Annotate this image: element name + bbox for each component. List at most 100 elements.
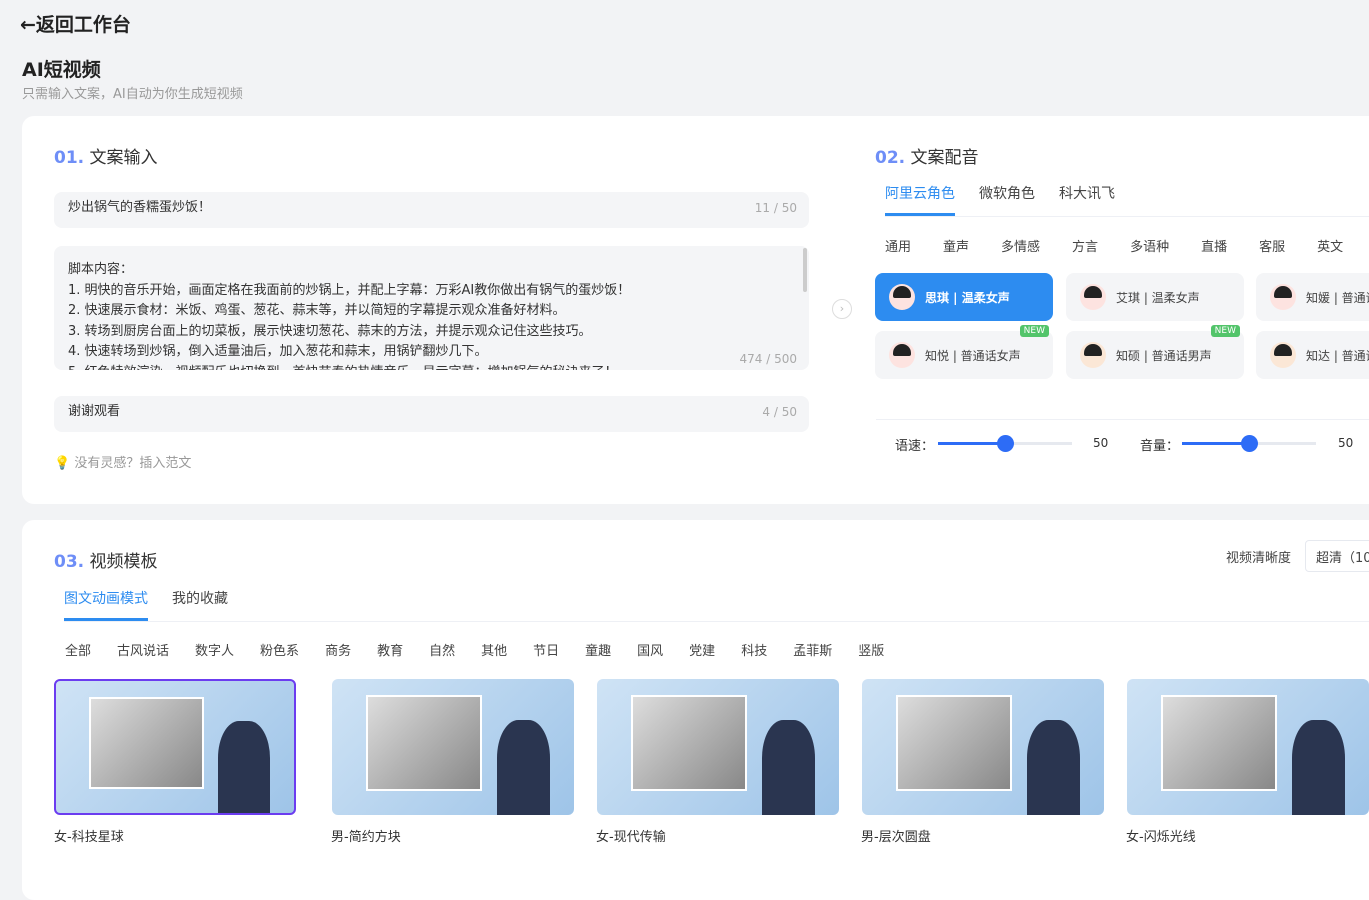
back-to-workbench-link[interactable]: ←返回工作台: [20, 10, 131, 37]
voice-option[interactable]: 艾琪 | 温柔女声: [1066, 273, 1244, 321]
speed-slider[interactable]: [938, 435, 1072, 452]
script-line: 1. 明快的音乐开始，画面定格在我面前的炒锅上，并配上字幕：万彩AI教你做出有锅…: [68, 282, 631, 298]
template-cat[interactable]: 商务: [325, 644, 351, 659]
avatar: [889, 342, 915, 368]
template-cat[interactable]: 科技: [741, 644, 767, 659]
template-thumbnail[interactable]: [332, 679, 574, 815]
scrollbar[interactable]: [803, 248, 807, 292]
voice-cat[interactable]: 多情感: [1001, 240, 1040, 255]
script-line: 脚本内容：: [68, 262, 134, 277]
tab-favorites[interactable]: 我的收藏: [172, 588, 228, 618]
voice-cat[interactable]: 直播: [1201, 240, 1227, 255]
template-thumbnail[interactable]: [1127, 679, 1369, 815]
speed-label: 语速：: [895, 439, 935, 454]
tab-animation-mode[interactable]: 图文动画模式: [64, 588, 148, 621]
script-line: 4. 快速转场到炒锅，倒入适量油后，加入葱花和蒜末，用锅铲翻炒几下。: [68, 344, 488, 359]
volume-value: 50: [1338, 436, 1354, 450]
voice-cat[interactable]: 客服: [1259, 240, 1285, 255]
title-value: 炒出锅气的香糯蛋炒饭！: [68, 200, 212, 215]
page-title: AI短视频: [22, 59, 101, 81]
template-cat[interactable]: 孟菲斯: [793, 644, 832, 659]
script-line: 2. 快速展示食材：米饭、鸡蛋、葱花、蒜末等，并以简短的字幕提示观众准备好材料。: [68, 303, 566, 318]
quality-select[interactable]: 超清（10: [1305, 540, 1369, 572]
presenter-image: [761, 719, 815, 815]
template-cat[interactable]: 数字人: [195, 644, 234, 659]
screen-image: [365, 695, 483, 791]
script-line: 5. 红色特效渲染，视频配乐也切换到一首快节奏的热情音乐，显示字幕：增加锅气的秘…: [68, 363, 795, 371]
template-cat[interactable]: 教育: [377, 644, 403, 659]
ending-value: 谢谢观看: [68, 404, 121, 419]
avatar: [1270, 342, 1296, 368]
page-subtitle: 只需输入文案，AI自动为你生成短视频: [22, 87, 243, 102]
voice-cat[interactable]: 方言: [1072, 240, 1098, 255]
new-badge: NEW: [1210, 325, 1240, 337]
screen-image: [89, 696, 204, 790]
template-cat[interactable]: 国风: [637, 644, 663, 659]
template-cat[interactable]: 童趣: [585, 644, 611, 659]
template-thumbnail[interactable]: [597, 679, 839, 815]
tab-microsoft[interactable]: 微软角色: [979, 183, 1035, 213]
voice-option[interactable]: 知悦 | 普通话女声 NEW: [875, 325, 1053, 379]
tab-aliyun[interactable]: 阿里云角色: [885, 183, 955, 216]
template-thumbnail[interactable]: [862, 679, 1104, 815]
template-cat[interactable]: 节日: [533, 644, 559, 659]
voice-cat[interactable]: 多语种: [1130, 240, 1169, 255]
template-name: 女-闪烁光线: [1126, 830, 1196, 845]
voice-cat[interactable]: 童声: [943, 240, 969, 255]
voice-cat[interactable]: 通用: [885, 240, 911, 255]
template-cat[interactable]: 古风说话: [117, 644, 169, 659]
voice-provider-tabs: 阿里云角色 微软角色 科大讯飞: [885, 183, 1369, 217]
section-label: 视频模板: [89, 552, 158, 572]
template-name: 女-现代传输: [596, 830, 666, 845]
title-input[interactable]: 炒出锅气的香糯蛋炒饭！ 11 / 50: [54, 192, 809, 228]
avatar: [1270, 284, 1296, 310]
voice-option[interactable]: 知媛 | 普通话: [1256, 273, 1369, 321]
avatar: [889, 284, 915, 310]
ending-input[interactable]: 谢谢观看 4 / 50: [54, 396, 809, 432]
collapse-arrow-icon[interactable]: ›: [832, 299, 852, 319]
copy-section-title: 01. 文案输入: [54, 143, 158, 168]
ending-count: 4 / 50: [762, 405, 797, 419]
template-cat[interactable]: 自然: [429, 644, 455, 659]
screen-image: [1160, 695, 1278, 791]
template-name: 男-简约方块: [331, 830, 401, 845]
template-thumbnail[interactable]: [54, 679, 296, 815]
template-cat[interactable]: 全部: [65, 644, 91, 659]
avatar: [1080, 342, 1106, 368]
template-name: 男-层次圆盘: [861, 830, 931, 845]
template-cat[interactable]: 粉色系: [260, 644, 299, 659]
section-label: 文案配音: [910, 148, 979, 168]
voice-label: 知硕 | 普通话男声: [1116, 348, 1212, 363]
voice-label: 知达 | 普通话: [1306, 348, 1369, 363]
quality-label: 视频清晰度: [1226, 551, 1292, 566]
presenter-image: [1026, 719, 1080, 815]
template-cat[interactable]: 党建: [689, 644, 715, 659]
screen-image: [630, 695, 748, 791]
voice-label: 知媛 | 普通话: [1306, 290, 1369, 305]
script-lines: 脚本内容： 1. 明快的音乐开始，画面定格在我面前的炒锅上，并配上字幕：万彩AI教…: [68, 260, 795, 370]
script-textarea[interactable]: 脚本内容： 1. 明快的音乐开始，画面定格在我面前的炒锅上，并配上字幕：万彩AI教…: [54, 246, 809, 370]
voice-section-title: 02. 文案配音: [875, 143, 979, 168]
title-count: 11 / 50: [754, 201, 797, 215]
voice-option[interactable]: 知达 | 普通话: [1256, 331, 1369, 379]
section-label: 文案输入: [89, 148, 158, 168]
template-tabs: 图文动画模式 我的收藏: [64, 588, 1369, 622]
insert-example-link[interactable]: 💡 没有灵感？插入范文: [54, 452, 191, 471]
new-badge: NEW: [1019, 325, 1049, 337]
template-name: 女-科技星球: [54, 830, 124, 845]
template-cat[interactable]: 其他: [481, 644, 507, 659]
template-section-title: 03. 视频模板: [54, 547, 158, 572]
voice-option[interactable]: 思琪 | 温柔女声: [875, 273, 1053, 321]
voice-label: 思琪 | 温柔女声: [925, 290, 1010, 305]
volume-slider[interactable]: [1182, 435, 1316, 452]
voice-label: 艾琪 | 温柔女声: [1116, 290, 1200, 305]
section-number: 02.: [875, 148, 906, 168]
voice-categories: 通用 童声 多情感 方言 多语种 直播 客服 英文: [885, 236, 1369, 255]
tab-iflytek[interactable]: 科大讯飞: [1059, 183, 1115, 213]
script-line: 3. 转场到厨房台面上的切菜板，展示快速切葱花、蒜末的方法，并提示观众记住这些技…: [68, 323, 592, 339]
presenter-image: [496, 719, 550, 815]
template-cat[interactable]: 竖版: [858, 644, 884, 659]
voice-option[interactable]: 知硕 | 普通话男声 NEW: [1066, 325, 1244, 379]
section-number: 01.: [54, 148, 85, 168]
voice-cat[interactable]: 英文: [1317, 240, 1343, 255]
